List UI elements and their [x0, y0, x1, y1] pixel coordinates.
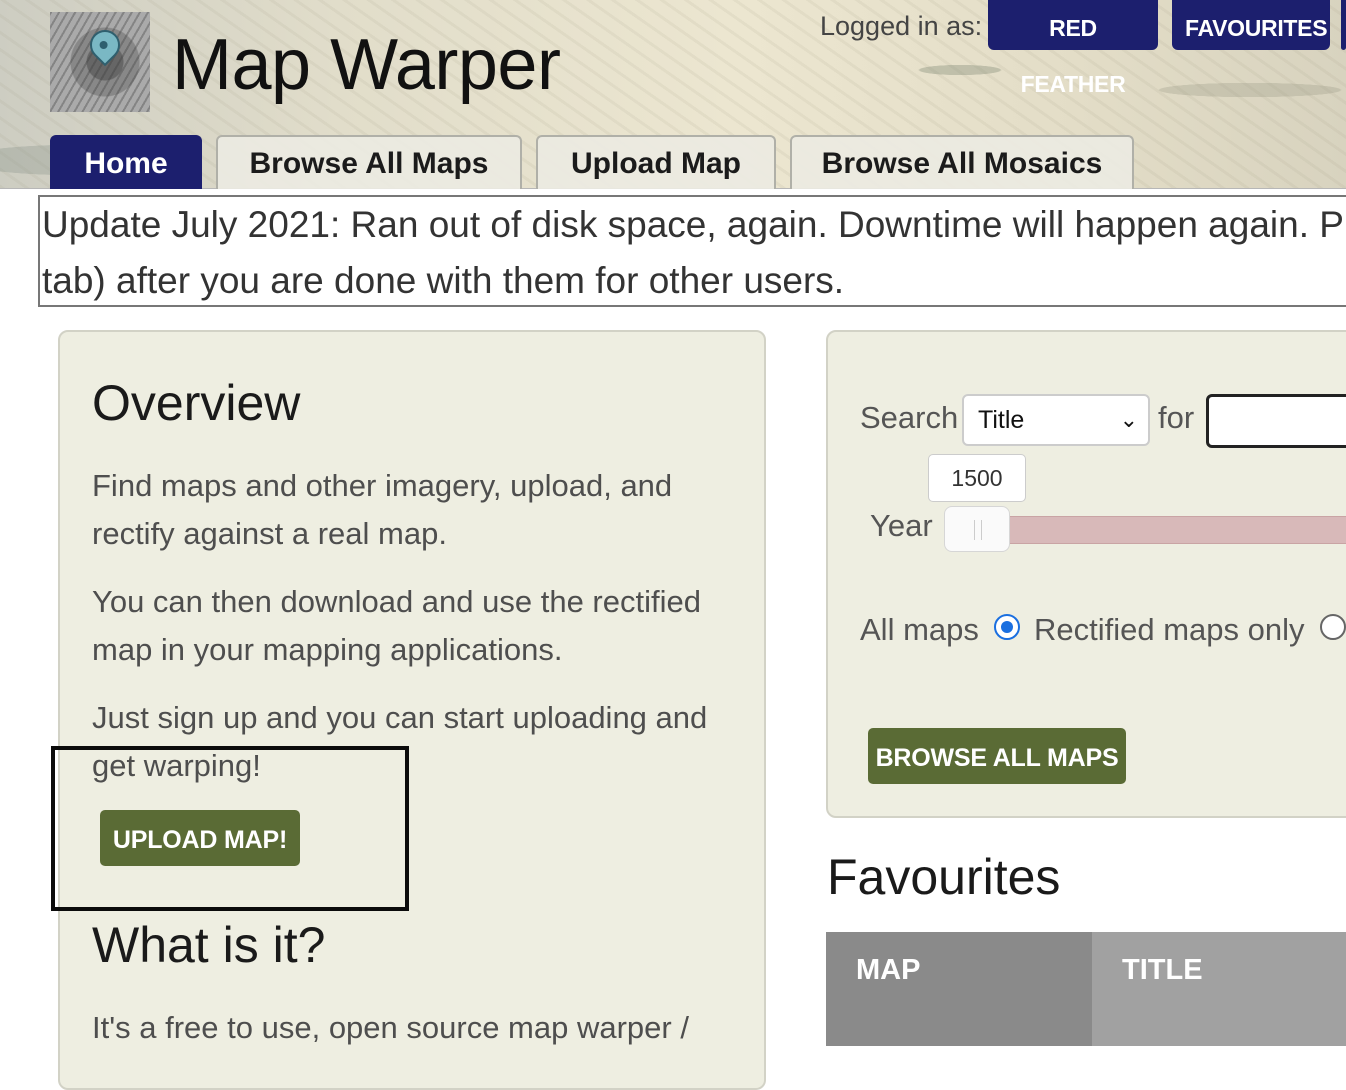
- search-input[interactable]: [1206, 394, 1346, 448]
- search-field-select[interactable]: Title ⌄: [962, 394, 1150, 446]
- browse-all-maps-button[interactable]: BROWSE ALL MAPS: [868, 728, 1126, 784]
- site-logo[interactable]: [50, 12, 150, 112]
- tab-upload-map[interactable]: Upload Map: [536, 135, 776, 189]
- favourites-button[interactable]: FAVOURITES: [1172, 0, 1330, 50]
- for-label: for: [1158, 400, 1195, 435]
- chevron-down-icon: ⌄: [1119, 407, 1138, 432]
- search-field-value: Title: [978, 406, 1025, 434]
- what-is-it-text: It's a free to use, open source map warp…: [92, 1010, 689, 1045]
- logout-button[interactable]: [1341, 0, 1346, 50]
- overview-heading: Overview: [92, 375, 301, 431]
- favourites-heading: Favourites: [827, 849, 1061, 905]
- year-slider-handle[interactable]: [944, 506, 1010, 552]
- site-notice: Update July 2021: Ran out of disk space,…: [38, 195, 1346, 307]
- notice-line-2: tab) after you are done with them for ot…: [42, 260, 845, 301]
- year-label: Year: [870, 508, 933, 543]
- what-is-it-heading: What is it?: [92, 917, 326, 973]
- overview-paragraph: Find maps and other imagery, upload, and…: [92, 468, 673, 551]
- map-pin-icon: [83, 23, 127, 67]
- tab-home[interactable]: Home: [50, 135, 202, 189]
- year-slider-track[interactable]: [990, 516, 1346, 544]
- search-label: Search: [860, 400, 959, 435]
- tab-browse-all-maps[interactable]: Browse All Maps: [216, 135, 522, 189]
- overview-paragraph: You can then download and use the rectif…: [92, 584, 701, 667]
- rectified-maps-radio[interactable]: [1320, 614, 1346, 640]
- all-maps-label: All maps: [860, 612, 979, 647]
- logged-in-label: Logged in as:: [820, 11, 983, 41]
- rectified-maps-label: Rectified maps only: [1034, 612, 1305, 647]
- notice-line-1: Update July 2021: Ran out of disk space,…: [42, 204, 1346, 245]
- highlight-box: [51, 746, 409, 911]
- user-button[interactable]: RED FEATHER: [988, 0, 1158, 97]
- column-header-title[interactable]: TITLE: [1092, 932, 1346, 1046]
- column-header-map[interactable]: MAP: [826, 932, 1092, 1046]
- tab-browse-all-mosaics[interactable]: Browse All Mosaics: [790, 135, 1134, 189]
- site-header: Map Warper Logged in as: RED FEATHER FAV…: [0, 0, 1346, 189]
- all-maps-radio[interactable]: [994, 614, 1020, 640]
- year-value-tooltip: 1500: [928, 454, 1026, 502]
- site-title[interactable]: Map Warper: [172, 22, 561, 108]
